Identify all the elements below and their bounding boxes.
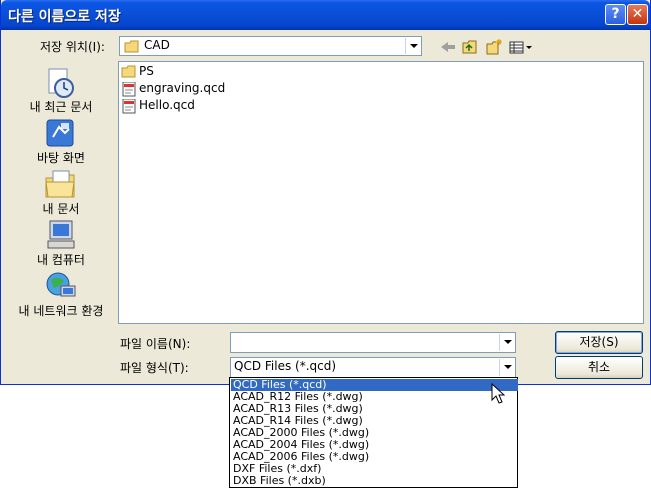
cancel-button[interactable]: 취소: [555, 356, 643, 379]
filename-input[interactable]: [230, 332, 516, 353]
title-bar[interactable]: 다른 이름으로 저장 ? ✕: [1, 0, 650, 30]
chevron-down-icon[interactable]: [405, 38, 420, 54]
lookin-combo[interactable]: CAD: [119, 36, 422, 56]
folder-icon: [121, 65, 136, 78]
lookin-value: CAD: [144, 38, 170, 52]
folder-icon: [124, 40, 139, 53]
save-as-dialog: 다른 이름으로 저장 ? ✕ 저장 위치(I): CAD 내 최근 문서 바탕 …: [0, 0, 651, 385]
my-computer-icon: [47, 220, 75, 249]
file-list[interactable]: PS engraving.qcd Hello.qcd: [118, 61, 644, 324]
window-title: 다른 이름으로 저장: [8, 9, 121, 25]
place-desktop[interactable]: 바탕 화면: [11, 115, 111, 165]
new-folder-icon[interactable]: [485, 38, 503, 56]
qcd-file-icon: [122, 99, 136, 114]
view-menu-icon[interactable]: [508, 38, 534, 56]
lookin-label: 저장 위치(I):: [40, 40, 105, 54]
up-folder-icon[interactable]: [461, 38, 479, 56]
help-button[interactable]: ?: [605, 4, 626, 25]
my-docs-icon: [45, 170, 75, 198]
chevron-down-icon[interactable]: [499, 334, 514, 351]
chevron-down-icon[interactable]: [499, 359, 514, 376]
desktop-icon: [46, 119, 74, 147]
back-arrow-icon[interactable]: [439, 38, 457, 56]
save-button[interactable]: 저장(S): [555, 331, 643, 354]
filetype-dropdown-list[interactable]: QCD Files (*.qcd) ACAD_R12 Files (*.dwg)…: [229, 377, 518, 488]
place-network[interactable]: 내 네트워크 환경: [11, 268, 111, 318]
filetype-select[interactable]: QCD Files (*.qcd): [230, 357, 516, 378]
place-mydocs[interactable]: 내 문서: [11, 166, 111, 216]
close-button[interactable]: ✕: [627, 4, 648, 25]
filetype-label: 파일 형식(T):: [120, 361, 189, 375]
mouse-cursor-icon: [491, 383, 505, 404]
dropdown-option[interactable]: DXB Files (*.dxb): [231, 475, 518, 487]
filename-label: 파일 이름(N):: [120, 337, 191, 351]
recent-docs-icon: [48, 68, 74, 98]
place-recent[interactable]: 내 최근 문서: [11, 64, 111, 114]
network-icon: [46, 272, 76, 297]
place-mycomputer[interactable]: 내 컴퓨터: [11, 217, 111, 267]
qcd-file-icon: [122, 82, 136, 97]
